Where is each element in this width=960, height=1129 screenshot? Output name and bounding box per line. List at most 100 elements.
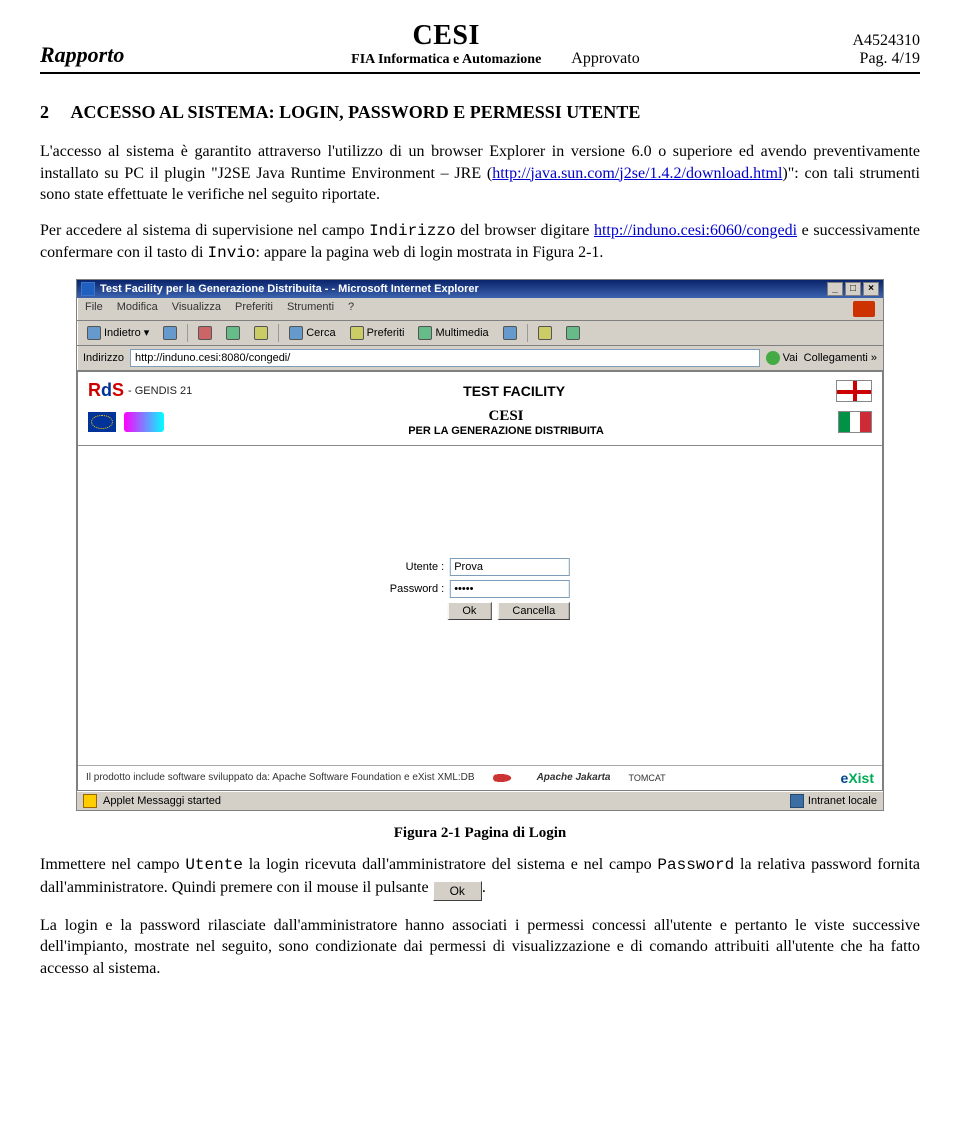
page-header-row2: CESI PER LA GENERAZIONE DISTRIBUITA	[78, 406, 882, 446]
menu-tools[interactable]: Strumenti	[287, 301, 334, 317]
back-button[interactable]: Indietro ▾	[83, 325, 153, 341]
ok-button-inline: Ok	[433, 881, 482, 901]
jre-link[interactable]: http://java.sun.com/j2se/1.4.2/download.…	[492, 165, 782, 182]
security-zone: Intranet locale	[790, 794, 877, 808]
back-icon	[87, 326, 101, 340]
mail-button[interactable]	[534, 325, 556, 341]
maximize-button[interactable]: □	[845, 282, 861, 296]
approved-label: Approvato	[541, 50, 852, 68]
apache-feather-icon	[493, 771, 519, 785]
page-header-row1: RdS - GENDIS 21 TEST FACILITY	[78, 372, 882, 406]
section-title: ACCESSO AL SISTEMA: LOGIN, PASSWORD E PE…	[71, 102, 641, 122]
zone-icon	[790, 794, 804, 808]
doc-header: Rapporto CESI FIA Informatica e Automazi…	[40, 20, 920, 74]
uk-flag-icon[interactable]	[836, 380, 872, 402]
cesi-page-logo: CESI	[174, 408, 838, 425]
jakarta-label: Apache Jakarta	[537, 772, 611, 783]
figure-caption: Figura 2-1 Pagina di Login	[40, 825, 920, 842]
fav-label: Preferiti	[367, 327, 405, 339]
header-subtitle: FIA Informatica e Automazione	[351, 52, 541, 68]
statusbar: Applet Messaggi started Intranet locale	[77, 791, 883, 810]
page-number: Pag. 4/19	[852, 50, 920, 68]
print-button[interactable]	[562, 325, 584, 341]
user-label: Utente :	[406, 561, 445, 573]
paragraph-1: L'accesso al sistema è garantito attrave…	[40, 141, 920, 206]
menu-favorites[interactable]: Preferiti	[235, 301, 273, 317]
refresh-icon	[226, 326, 240, 340]
cesi-page-sub: PER LA GENERAZIONE DISTRIBUITA	[174, 425, 838, 437]
user-input[interactable]	[450, 558, 570, 576]
go-button[interactable]: Vai	[766, 351, 798, 365]
address-bar: Indirizzo Vai Collegamenti »	[77, 346, 883, 371]
search-button[interactable]: Cerca	[285, 325, 339, 341]
zone-label: Intranet locale	[808, 795, 877, 807]
ie-icon	[81, 282, 95, 296]
close-button[interactable]: ×	[863, 282, 879, 296]
code-invio: Invio	[208, 244, 256, 262]
throbber-icon	[853, 301, 875, 317]
media-button[interactable]: Multimedia	[414, 325, 492, 341]
back-label: Indietro	[104, 327, 141, 339]
menu-edit[interactable]: Modifica	[117, 301, 158, 317]
code-indirizzo: Indirizzo	[369, 222, 455, 240]
search-icon	[289, 326, 303, 340]
gendis-label: - GENDIS 21	[128, 385, 192, 397]
media-label: Multimedia	[435, 327, 488, 339]
refresh-button[interactable]	[222, 325, 244, 341]
para3d: .	[482, 879, 486, 896]
toolbar: Indietro ▾ Cerca Preferiti Multimedia	[77, 321, 883, 346]
header-right: A4524310 Pag. 4/19	[852, 32, 920, 68]
para2a: Per accedere al sistema di supervisione …	[40, 222, 369, 239]
para3a: Immettere nel campo	[40, 856, 185, 873]
footer-credits: Il prodotto include software sviluppato …	[86, 772, 475, 783]
menu-view[interactable]: Visualizza	[172, 301, 221, 317]
menu-file[interactable]: File	[85, 301, 103, 317]
star-icon	[350, 326, 364, 340]
password-row: Password :	[390, 580, 570, 598]
applet-icon	[83, 794, 97, 808]
dispower-logo	[124, 412, 164, 432]
eu-flag-icon	[88, 412, 116, 432]
para2d: : appare la pagina web di login mostrata…	[256, 244, 604, 261]
login-buttons: Ok Cancella	[390, 602, 570, 620]
forward-icon	[163, 326, 177, 340]
app-url-link[interactable]: http://induno.cesi:6060/congedi	[594, 222, 797, 239]
media-icon	[418, 326, 432, 340]
password-input[interactable]	[450, 580, 570, 598]
favorites-button[interactable]: Preferiti	[346, 325, 409, 341]
user-row: Utente :	[390, 558, 570, 576]
page-content: RdS - GENDIS 21 TEST FACILITY CESI PER L…	[77, 371, 883, 791]
go-label: Vai	[783, 352, 798, 364]
forward-button[interactable]	[159, 325, 181, 341]
menu-help[interactable]: ?	[348, 301, 354, 317]
window-title: Test Facility per la Generazione Distrib…	[100, 283, 479, 295]
cesi-logo: CESI	[351, 20, 541, 52]
mail-icon	[538, 326, 552, 340]
section-number: 2	[40, 102, 49, 123]
stop-button[interactable]	[194, 325, 216, 341]
header-center: CESI FIA Informatica e Automazione	[351, 20, 541, 68]
address-label: Indirizzo	[83, 352, 124, 364]
titlebar: Test Facility per la Generazione Distrib…	[77, 280, 883, 298]
minimize-button[interactable]: _	[827, 282, 843, 296]
it-flag-icon[interactable]	[838, 411, 872, 433]
code-utente: Utente	[185, 856, 243, 874]
stop-icon	[198, 326, 212, 340]
home-icon	[254, 326, 268, 340]
print-icon	[566, 326, 580, 340]
links-button[interactable]: Collegamenti »	[804, 352, 877, 364]
code-password: Password	[657, 856, 734, 874]
paragraph-4: La login e la password rilasciate dall'a…	[40, 915, 920, 980]
cancel-button[interactable]: Cancella	[497, 602, 570, 620]
status-message: Applet Messaggi started	[103, 795, 221, 807]
address-input[interactable]	[130, 349, 760, 367]
home-button[interactable]	[250, 325, 272, 341]
history-button[interactable]	[499, 325, 521, 341]
ok-button[interactable]: Ok	[447, 602, 491, 620]
password-label: Password :	[390, 583, 444, 595]
doc-code: A4524310	[852, 32, 920, 50]
go-icon	[766, 351, 780, 365]
menubar: File Modifica Visualizza Preferiti Strum…	[77, 298, 883, 321]
para3b: la login ricevuta dall'amministratore de…	[243, 856, 657, 873]
doc-type: Rapporto	[40, 42, 351, 68]
